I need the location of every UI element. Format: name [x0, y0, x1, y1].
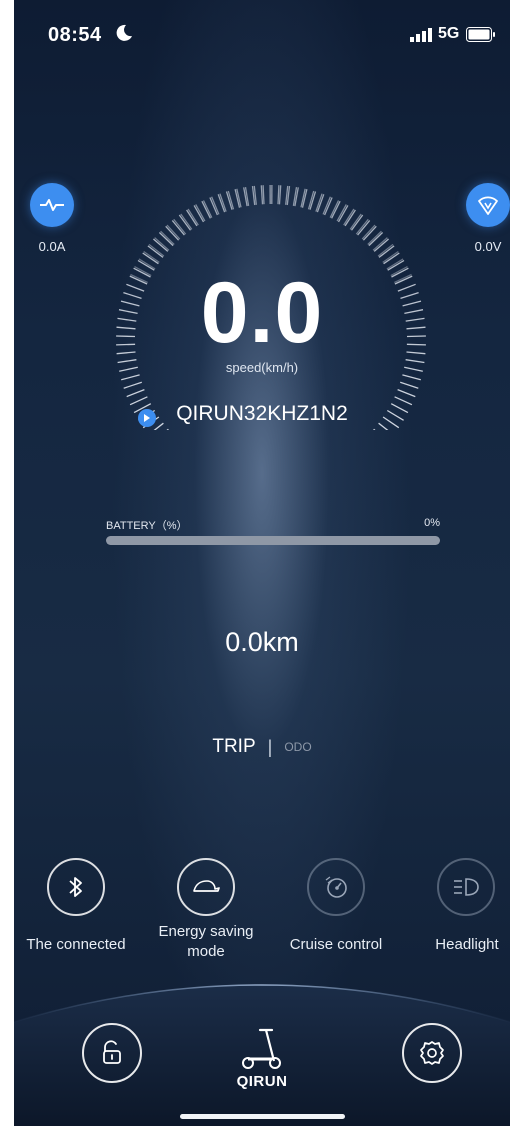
home-button[interactable]: QIRUN	[232, 1025, 292, 1095]
cruise-control-button[interactable]	[307, 858, 365, 916]
bluetooth-button[interactable]	[47, 858, 105, 916]
unlock-button[interactable]	[82, 1023, 142, 1083]
battery-icon	[466, 27, 495, 42]
bluetooth-icon	[69, 877, 82, 897]
status-time: 08:54	[48, 24, 102, 46]
voltage-meter-button[interactable]	[466, 183, 510, 227]
battery-label: BATTERY（%）	[106, 520, 188, 532]
voltage-value: 0.0V	[474, 239, 502, 254]
battery-percent: 0%	[424, 517, 440, 529]
device-name: QIRUN32KHZ1N2	[176, 402, 348, 425]
distance-value: 0.0km	[225, 627, 299, 657]
headlight-button[interactable]	[437, 858, 495, 916]
tab-odo[interactable]: ODO	[284, 740, 311, 754]
speed-value: 0.0	[200, 265, 324, 361]
brand-logo: QIRUN	[236, 1073, 288, 1090]
network-type: 5G	[438, 25, 460, 42]
moon-icon	[116, 24, 132, 41]
tab-trip[interactable]: TRIP	[212, 736, 255, 758]
cruise-control-icon	[325, 876, 347, 898]
bluetooth-label: The connected	[26, 936, 126, 953]
scooter-icon	[242, 1028, 281, 1069]
headlight-label: Headlight	[435, 936, 499, 953]
app-screen: 08:54 5G 0.0A 0.0V 0.0 speed(km/h) QIRUN…	[14, 0, 510, 1126]
cruise-control-label: Cruise control	[289, 936, 383, 953]
signal-icon	[410, 28, 432, 42]
current-meter-button[interactable]	[30, 183, 74, 227]
headlight-icon	[454, 878, 479, 896]
distance-tabs: TRIP | ODO	[14, 736, 510, 758]
battery-bar	[106, 536, 440, 545]
tab-separator: |	[267, 736, 273, 757]
current-value: 0.0A	[38, 239, 66, 254]
settings-button[interactable]	[402, 1023, 462, 1083]
turtle-icon	[193, 880, 220, 892]
voltage-icon	[478, 196, 498, 215]
energy-saving-button[interactable]	[177, 858, 235, 916]
speed-unit: speed(km/h)	[225, 360, 299, 375]
unlock-icon	[103, 1040, 121, 1064]
gear-icon	[420, 1041, 444, 1065]
pulse-icon	[40, 199, 64, 211]
home-indicator	[180, 1114, 345, 1119]
